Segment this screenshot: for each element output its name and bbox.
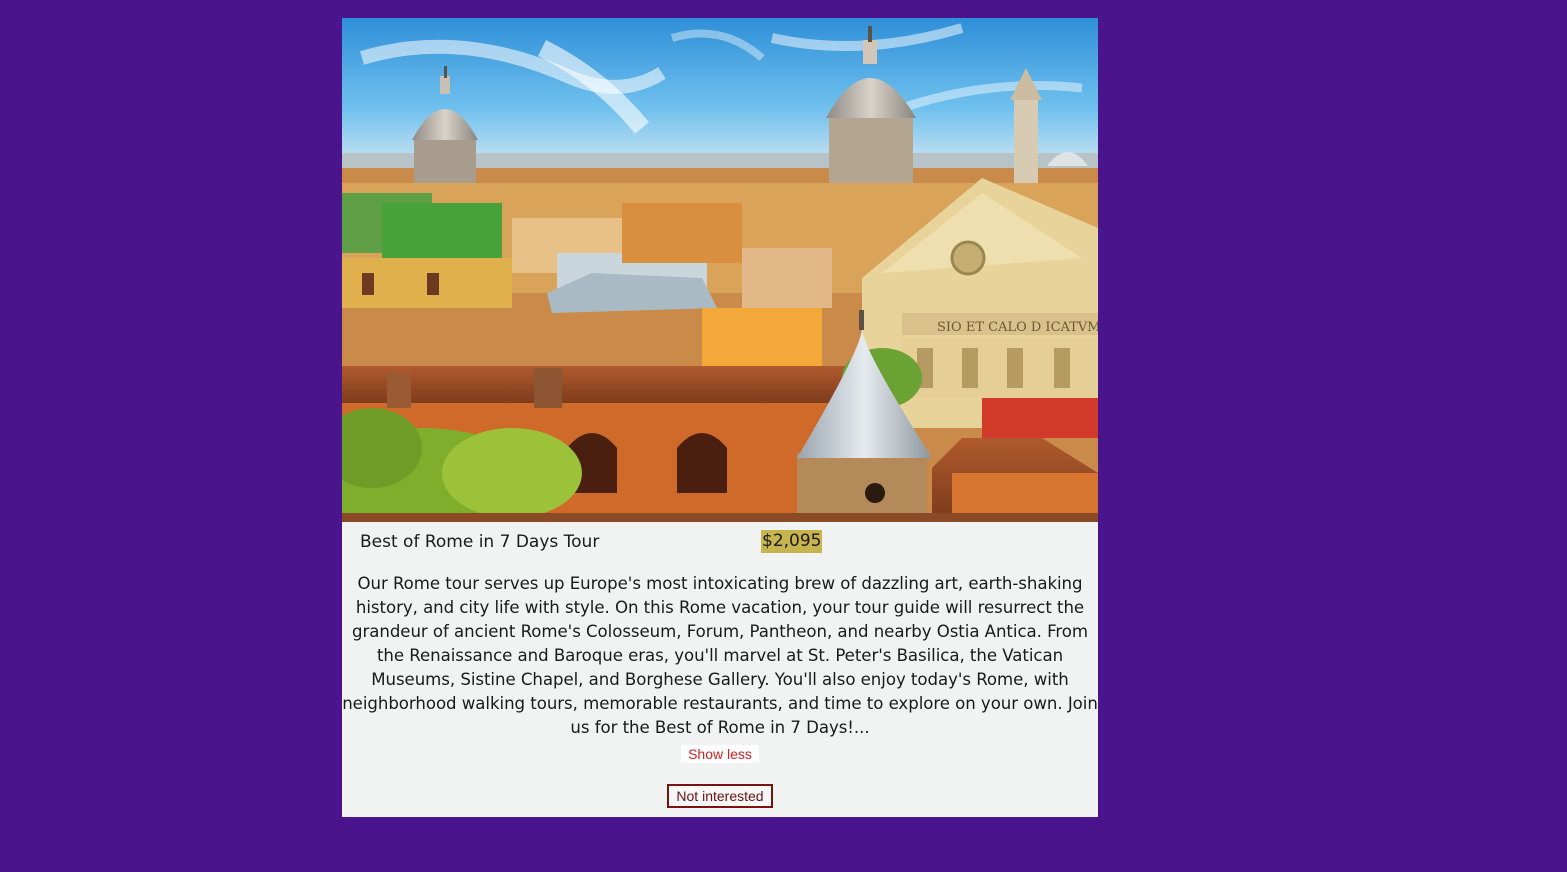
show-less-button[interactable]: Show less: [681, 745, 759, 763]
rome-skyline-image: SIO ET CALO D ICATVM: [342, 18, 1098, 522]
photo-inscription: SIO ET CALO D ICATVM: [937, 320, 1098, 335]
tour-info-row: Best of Rome in 7 Days Tour $2,095: [342, 522, 1098, 562]
tour-card: SIO ET CALO D ICATVM Best of Rome in 7 D…: [342, 18, 1098, 817]
tour-photo: SIO ET CALO D ICATVM: [342, 18, 1098, 522]
tour-price: $2,095: [761, 530, 823, 553]
not-interested-container: Not interested: [342, 784, 1098, 808]
not-interested-button[interactable]: Not interested: [667, 784, 773, 808]
show-less-container: Show less: [342, 744, 1098, 763]
tour-title: Best of Rome in 7 Days Tour: [360, 532, 600, 552]
tour-description: Our Rome tour serves up Europe's most in…: [342, 574, 1098, 737]
